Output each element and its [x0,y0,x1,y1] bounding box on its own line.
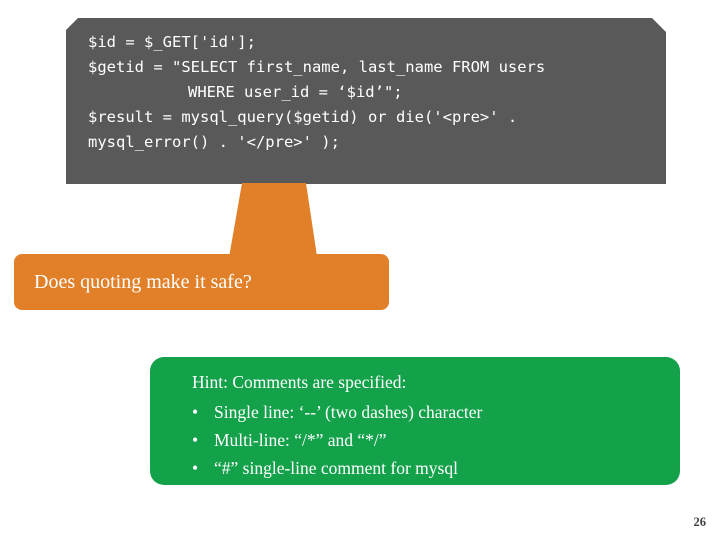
bullet-icon: • [192,402,199,422]
hint-list: • Single line: ‘--’ (two dashes) charact… [192,398,670,482]
hint-list-item-text: Multi-line: “/*” and “*/” [214,430,387,450]
question-bubble-text: Does quoting make it safe? [34,270,252,293]
hint-list-item: • Multi-line: “/*” and “*/” [192,426,670,454]
code-line: $getid = "SELECT first_name, last_name F… [88,58,546,76]
hint-list-item-text: Single line: ‘--’ (two dashes) character [214,402,483,422]
hint-list-item: • Single line: ‘--’ (two dashes) charact… [192,398,670,426]
hint-list-item: • “#” single-line comment for mysql [192,454,670,482]
callout-tail [228,183,318,263]
code-line: WHERE user_id = ‘$id’"; [188,83,403,101]
hint-list-item-text: “#” single-line comment for mysql [214,458,458,478]
code-callout: $id = $_GET['id']; $getid = "SELECT firs… [66,18,666,184]
hint-bubble: Hint: Comments are specified: • Single l… [150,357,680,485]
question-bubble: Does quoting make it safe? [14,254,389,310]
code-line: $result = mysql_query($getid) or die('<p… [88,108,518,126]
bullet-icon: • [192,458,199,478]
code-line: mysql_error() . '</pre>' ); [88,133,340,151]
slide-number: 26 [693,515,707,529]
bullet-icon: • [192,430,199,450]
hint-title: Hint: Comments are specified: [192,372,407,392]
code-line: $id = $_GET['id']; [88,33,256,51]
